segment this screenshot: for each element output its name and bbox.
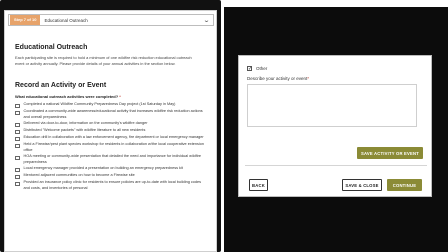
activity-option[interactable]: Coordinated a community-wide awareness/e… (15, 109, 205, 120)
continue-button[interactable]: CONTINUE (387, 179, 422, 191)
checkbox[interactable] (15, 136, 20, 142)
checkbox[interactable] (15, 129, 20, 135)
activity-option[interactable]: Held a Firewise/pest plant species works… (15, 142, 205, 153)
step-section-title: Educational Outreach (44, 17, 88, 23)
activity-option[interactable]: HOA meeting or community-wide presentati… (15, 154, 205, 165)
save-activity-button[interactable]: SAVE ACTIVITY OR EVENT (357, 147, 423, 159)
step-indicator-badge: Step 7 of 10 (10, 15, 41, 25)
checkbox[interactable] (15, 110, 20, 115)
activity-options-list: Completed a national Wildfire Community … (15, 102, 205, 193)
activity-option-label: Distributed "Welcome packets" with wildf… (23, 128, 146, 133)
activity-option[interactable]: Provided an insurance policy clinic for … (15, 180, 205, 191)
right-panel-frame: ✓ Other Describe your activity or event*… (224, 7, 448, 252)
activities-question-label: What educational outreach activities wer… (15, 94, 121, 99)
activity-option-label: Completed a national Wildfire Community … (23, 102, 176, 107)
describe-label-text: Describe your activity or event (247, 76, 308, 81)
activity-option[interactable]: Local emergency manager provided a prese… (15, 166, 205, 173)
required-marker: * (119, 94, 121, 99)
required-marker: * (307, 76, 310, 81)
form-card: Step 7 of 10 Educational Outreach ⌄ Educ… (4, 10, 217, 252)
checkbox[interactable] (15, 167, 20, 173)
describe-activity-textarea[interactable] (247, 84, 417, 127)
left-panel-frame: Step 7 of 10 Educational Outreach ⌄ Educ… (0, 0, 221, 252)
activity-option-label: Coordinated a community-wide awareness/e… (23, 109, 203, 119)
checkbox[interactable] (15, 103, 20, 108)
activity-option-label: Delivered via door-to-door, information … (23, 121, 148, 126)
divider (245, 165, 427, 166)
activity-option[interactable]: Distributed "Welcome packets" with wildf… (15, 128, 205, 135)
save-close-button[interactable]: SAVE & CLOSE (342, 179, 382, 191)
checkbox[interactable] (15, 143, 20, 149)
activity-option[interactable]: Education drill in collaboration with a … (15, 135, 205, 142)
activity-option-label: Held a Firewise/pest plant species works… (23, 142, 204, 152)
question-text: What educational outreach activities wer… (15, 94, 119, 99)
activity-option-label: Mentored adjacent communities on how to … (23, 173, 135, 178)
step-selector[interactable]: Step 7 of 10 Educational Outreach ⌄ (8, 14, 214, 26)
section-intro-text: Each participating site is required to h… (15, 55, 192, 66)
activity-entry-card: ✓ Other Describe your activity or event*… (238, 55, 432, 197)
activity-option-label: HOA meeting or community-wide presentati… (23, 154, 202, 164)
record-activity-heading: Record an Activity or Event (15, 82, 107, 89)
activity-option-label: Provided an insurance policy clinic for … (23, 180, 202, 190)
back-button[interactable]: BACK (249, 179, 268, 191)
checkbox[interactable] (15, 122, 20, 128)
describe-activity-label: Describe your activity or event* (247, 76, 309, 81)
activity-option[interactable]: Completed a national Wildfire Community … (15, 102, 205, 108)
checkbox-checked[interactable]: ✓ (247, 66, 252, 72)
checkbox[interactable] (15, 181, 20, 187)
chevron-down-icon[interactable]: ⌄ (203, 17, 210, 24)
section-heading: Educational Outreach (15, 44, 88, 51)
checkbox[interactable] (15, 155, 20, 161)
other-option[interactable]: ✓ Other (247, 66, 268, 72)
other-option-label: Other (256, 66, 268, 71)
activity-option-label: Education drill in collaboration with a … (23, 135, 204, 140)
activity-option[interactable]: Delivered via door-to-door, information … (15, 121, 205, 128)
activity-option[interactable]: Mentored adjacent communities on how to … (15, 173, 205, 180)
checkbox[interactable] (15, 174, 20, 180)
activity-option-label: Local emergency manager provided a prese… (23, 166, 183, 171)
